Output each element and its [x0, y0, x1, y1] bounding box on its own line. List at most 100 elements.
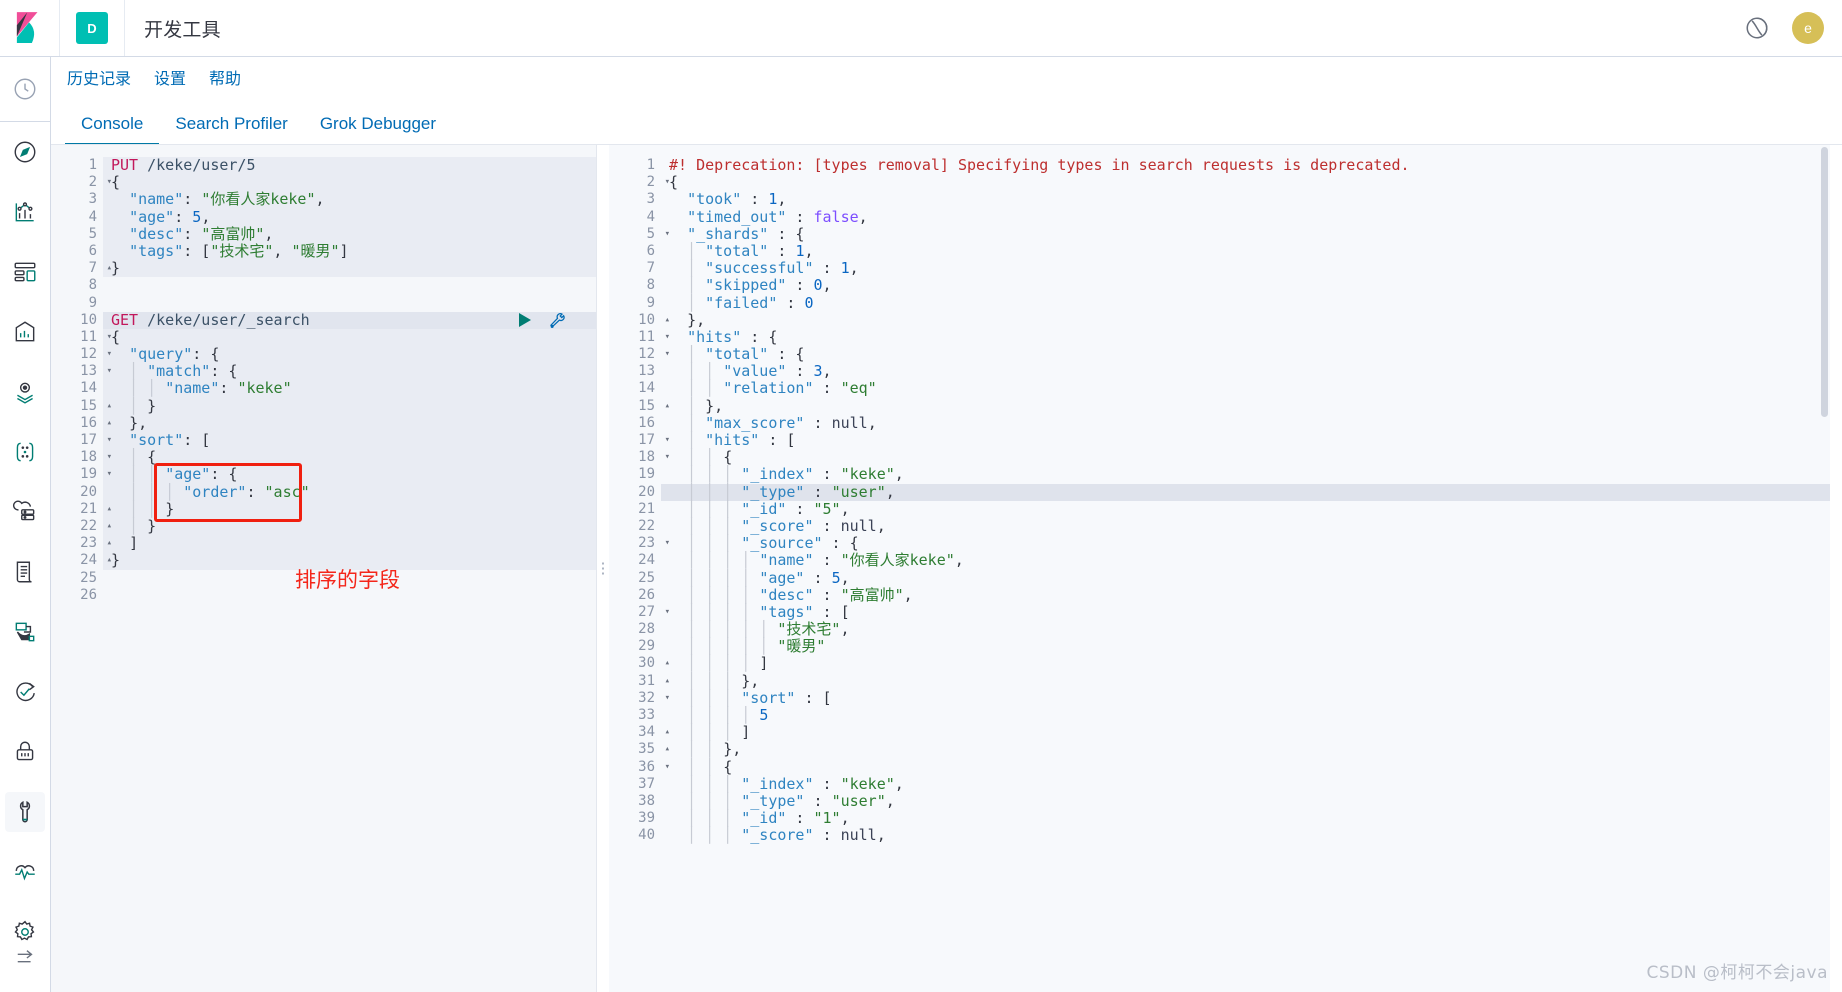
- line-number: 9: [646, 294, 655, 311]
- code-line: │ │ │ │ "name" : "你看人家keke",: [669, 551, 964, 570]
- line-number: 25: [638, 569, 655, 586]
- line-number: 10 ▴: [638, 311, 670, 328]
- code-line: "timed_out" : false,: [687, 207, 868, 226]
- line-number: 4: [88, 208, 97, 225]
- code-line: {: [111, 327, 121, 346]
- code-line: │ "successful" : 1,: [669, 259, 859, 278]
- tab-console[interactable]: Console: [65, 115, 160, 145]
- code-line: │ │ │ ]: [669, 723, 751, 742]
- code-line: │ │ │ │ │ "技术宅",: [669, 620, 850, 639]
- watermark: CSDN @柯柯不会java: [1646, 963, 1828, 983]
- code-line: {: [111, 173, 121, 192]
- sidebar-item-visualize[interactable]: [5, 192, 45, 232]
- line-number: 15 ▴: [638, 397, 670, 414]
- sidebar-item-dev-tools[interactable]: [5, 792, 45, 832]
- response-scrollbar-thumb[interactable]: [1821, 147, 1828, 417]
- sidebar-item-logs[interactable]: [5, 552, 45, 592]
- code-line: ]: [129, 534, 139, 553]
- code-line: │ "skipped" : 0,: [669, 276, 832, 295]
- code-line: │ "total" : 1,: [669, 241, 814, 260]
- line-number: 13 ▾: [80, 363, 112, 380]
- line-number: 10: [80, 311, 97, 328]
- tab-grok-debugger[interactable]: Grok Debugger: [304, 115, 452, 145]
- code-line: },: [687, 310, 706, 329]
- help-circle-icon[interactable]: [1744, 15, 1770, 41]
- response-code[interactable]: #! Deprecation: [types removal] Specifyi…: [669, 156, 1410, 845]
- code-line: │ │ },: [669, 740, 742, 759]
- line-number: 2 ▾: [88, 174, 112, 191]
- rail-divider: [0, 121, 51, 122]
- line-number: 33: [638, 707, 655, 723]
- line-number: 29: [638, 638, 655, 655]
- code-line: │ │ "value" : 3,: [669, 362, 832, 381]
- line-number: 35 ▴: [638, 741, 670, 758]
- sidebar-item-maps[interactable]: [5, 372, 45, 412]
- sidebar-item-dashboard[interactable]: [5, 252, 45, 292]
- line-number: 1: [88, 157, 97, 173]
- code-line: │ │ "age": {: [111, 465, 238, 484]
- line-number: 31 ▴: [638, 672, 670, 689]
- response-scrollbar[interactable]: [1819, 145, 1830, 992]
- line-number: 14: [80, 380, 97, 397]
- line-number: 23 ▾: [638, 535, 670, 552]
- sidebar-item-canvas[interactable]: [5, 312, 45, 352]
- sidebar-item-siem[interactable]: [5, 732, 45, 772]
- header-actions: e: [1744, 12, 1842, 44]
- request-pane[interactable]: 1 2 ▾ 3 4 5 6 7 ▴ 8 9 10 11 ▾ 12 ▾ 13 ▾ 14 15 ▴ 16 ▴ 17 ▾ 18 ▾ 19 ▾ 2…: [51, 145, 597, 992]
- line-number: 1: [646, 157, 655, 173]
- kibana-logo[interactable]: [0, 0, 60, 56]
- code-line: },: [129, 413, 148, 432]
- avatar[interactable]: e: [1792, 12, 1824, 44]
- code-line: }: [111, 259, 121, 278]
- sidebar-item-discover[interactable]: [5, 132, 45, 172]
- code-line: │ "hits" : [: [669, 431, 796, 449]
- collapse-nav-button[interactable]: [12, 944, 40, 972]
- top-header: D 开发工具 e: [0, 0, 1842, 57]
- code-line: │ "max_score" : null,: [669, 413, 877, 432]
- code-line: │ "total" : {: [669, 345, 805, 364]
- code-line: │ │ │ "_id" : "1",: [669, 809, 850, 828]
- play-icon[interactable]: [519, 313, 531, 328]
- subnav-item-history[interactable]: 历史记录: [61, 61, 137, 93]
- line-number: 11 ▾: [80, 328, 112, 345]
- chart-icon: [15, 202, 34, 222]
- sidebar-item-monitoring[interactable]: [5, 852, 45, 892]
- left-nav-rail: [0, 57, 51, 992]
- ml-nodes-icon: [16, 442, 34, 462]
- sidebar-item-apm[interactable]: [5, 612, 45, 652]
- line-number: 7: [646, 260, 655, 277]
- wrench-icon[interactable]: [547, 311, 566, 330]
- sidebar-item-uptime[interactable]: [5, 672, 45, 712]
- line-number: 2 ▾: [646, 174, 670, 191]
- request-code[interactable]: PUT /keke/user/5{ "name": "你看人家keke", "a…: [111, 156, 349, 604]
- code-line: "tags": ["技术宅", "暖男"]: [129, 241, 349, 260]
- code-line: │ }: [111, 516, 157, 535]
- sidebar-item-infrastructure[interactable]: [5, 492, 45, 532]
- line-number: 39: [638, 810, 655, 827]
- request-editor[interactable]: 1 2 ▾ 3 4 5 6 7 ▴ 8 9 10 11 ▾ 12 ▾ 13 ▾ 14 15 ▴ 16 ▴ 17 ▾ 18 ▾ 19 ▾ 2…: [51, 145, 596, 992]
- code-line: │ │ {: [669, 757, 733, 776]
- subnav-item-settings[interactable]: 设置: [148, 61, 192, 93]
- line-number: 18 ▾: [638, 449, 670, 466]
- response-pane[interactable]: 1 2 ▾ 3 4 5 ▾ 6 7 8 9 10 ▴ 11 ▾ 12 ▾ 13 14 15 ▴ 16 17 ▾ 18 ▾ 19 20 2…: [609, 145, 1830, 992]
- pane-resizer[interactable]: ⋮: [596, 145, 611, 992]
- sidebar-item-recently-viewed[interactable]: [5, 69, 45, 109]
- line-number: 18 ▾: [80, 449, 112, 466]
- subnav-item-help[interactable]: 帮助: [203, 61, 247, 93]
- response-editor[interactable]: 1 2 ▾ 3 4 5 ▾ 6 7 8 9 10 ▴ 11 ▾ 12 ▾ 13 14 15 ▴ 16 17 ▾ 18 ▾ 19 20 2…: [609, 145, 1830, 992]
- line-number: 11 ▾: [638, 328, 670, 345]
- canvas-icon: [15, 321, 35, 342]
- tab-search-profiler[interactable]: Search Profiler: [159, 115, 303, 145]
- code-line: │ │ │ "_score" : null,: [669, 826, 886, 845]
- code-line: │ {: [111, 448, 157, 467]
- line-number: 40: [638, 827, 655, 844]
- line-number: 9: [88, 294, 97, 311]
- dashboard-icon: [14, 262, 36, 282]
- line-number: 24 ▴: [80, 552, 112, 569]
- line-number: 22: [638, 517, 655, 534]
- code-line: │ "match": {: [111, 362, 238, 381]
- line-number: 19: [638, 466, 655, 483]
- sidebar-item-machine-learning[interactable]: [5, 432, 45, 472]
- code-line: │ │ │ │ "age" : 5,: [669, 568, 850, 587]
